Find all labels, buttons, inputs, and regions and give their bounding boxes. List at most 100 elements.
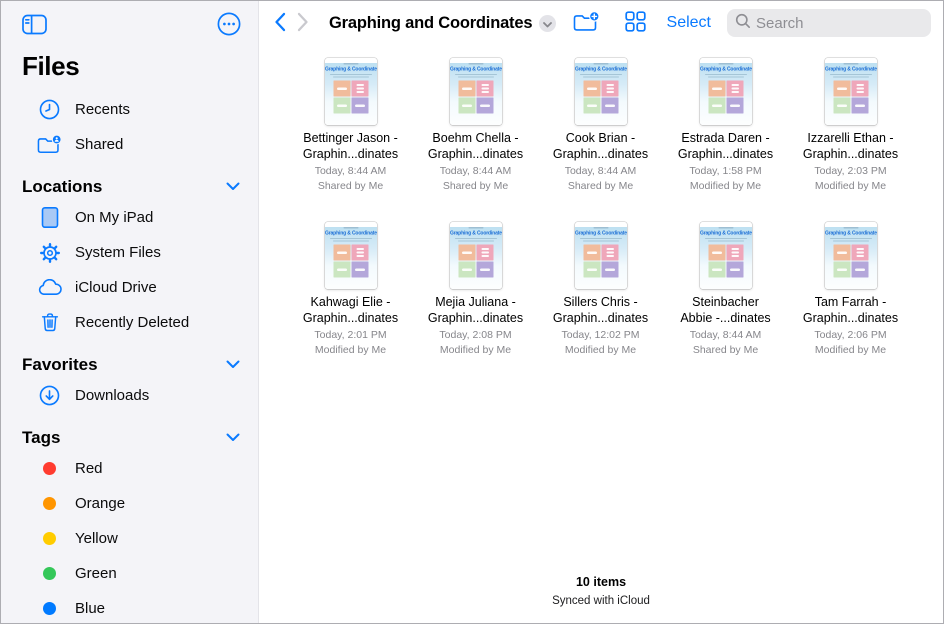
sidebar-item-label: Yellow xyxy=(75,530,118,547)
search-field[interactable] xyxy=(727,9,931,37)
file-item-cook-brian[interactable]: Graphing & Coordinates Cook Brian -Graph… xyxy=(538,58,663,192)
file-name: Kahwagi Elie -Graphin...dinates xyxy=(303,294,398,326)
sidebar-item-icloud-drive[interactable]: iCloud Drive xyxy=(1,270,258,305)
sidebar-item-downloads[interactable]: Downloads xyxy=(1,378,258,413)
file-status: Modified by Me xyxy=(815,180,886,192)
file-status: Modified by Me xyxy=(690,180,761,192)
file-name: Bettinger Jason -Graphin...dinates xyxy=(303,130,398,162)
sidebar-toggle-button[interactable] xyxy=(22,14,47,38)
file-thumbnail: Graphing & Coordinates xyxy=(825,58,877,125)
title-dropdown-button[interactable] xyxy=(539,15,556,32)
grid-view-icon xyxy=(625,11,646,35)
sync-status: Synced with iCloud xyxy=(259,595,943,607)
sidebar-item-label: Recently Deleted xyxy=(75,314,189,331)
section-label: Locations xyxy=(22,177,102,197)
sidebar-section-favorites[interactable]: Favorites xyxy=(22,355,240,375)
sidebar-item-on-my-ipad[interactable]: On My iPad xyxy=(1,200,258,235)
sidebar-item-recently-deleted[interactable]: Recently Deleted xyxy=(1,305,258,340)
file-date: Today, 8:44 AM xyxy=(315,165,387,177)
file-item-boehm-chella[interactable]: Graphing & Coordinates Boehm Chella -Gra… xyxy=(413,58,538,192)
file-date: Today, 2:06 PM xyxy=(814,329,886,341)
sidebar-item-label: Red xyxy=(75,460,103,477)
sidebar-item-shared[interactable]: Shared xyxy=(1,127,258,162)
sidebar-section-locations[interactable]: Locations xyxy=(22,177,240,197)
file-name: Boehm Chella -Graphin...dinates xyxy=(428,130,523,162)
file-item-estrada-daren[interactable]: Graphing & Coordinates Estrada Daren -Gr… xyxy=(663,58,788,192)
chevron-down-icon[interactable] xyxy=(226,178,240,196)
file-thumbnail: Graphing & Coordinates xyxy=(325,222,377,289)
sidebar-item-label: Shared xyxy=(75,136,123,153)
file-name: Mejia Juliana -Graphin...dinates xyxy=(428,294,523,326)
ellipsis-circle-icon xyxy=(217,12,241,39)
file-status: Shared by Me xyxy=(693,344,758,356)
section-label: Tags xyxy=(22,428,60,448)
file-thumbnail: Graphing & Coordinates xyxy=(700,222,752,289)
file-item-mejia-juliana[interactable]: Graphing & Coordinates Mejia Juliana -Gr… xyxy=(413,222,538,356)
file-thumbnail: Graphing & Coordinates xyxy=(825,222,877,289)
file-date: Today, 2:03 PM xyxy=(814,165,886,177)
file-thumbnail: Graphing & Coordinates xyxy=(700,58,752,125)
file-item-tam-farrah[interactable]: Graphing & Coordinates Tam Farrah -Graph… xyxy=(788,222,913,356)
files-app-window: Files Recents Shared Loc xyxy=(0,0,944,624)
sidebar-item-tag-yellow[interactable]: Yellow xyxy=(1,521,258,556)
folder-title[interactable]: Graphing and Coordinates xyxy=(329,14,532,33)
file-item-kahwagi-elie[interactable]: Graphing & Coordinates Kahwagi Elie -Gra… xyxy=(288,222,413,356)
sidebar-item-tag-orange[interactable]: Orange xyxy=(1,486,258,521)
file-status: Shared by Me xyxy=(443,180,508,192)
sidebar-toggle-icon xyxy=(22,14,47,38)
sidebar-item-label: On My iPad xyxy=(75,209,153,226)
new-folder-button[interactable] xyxy=(573,11,600,36)
back-button[interactable] xyxy=(274,12,286,35)
sidebar-item-label: Orange xyxy=(75,495,125,512)
sidebar-section-tags[interactable]: Tags xyxy=(22,428,240,448)
sidebar-item-system-files[interactable]: System Files xyxy=(1,235,258,270)
new-folder-icon xyxy=(573,11,600,36)
sidebar-more-button[interactable] xyxy=(217,12,241,39)
toolbar: Graphing and Coordinates xyxy=(259,1,943,45)
file-date: Today, 8:44 AM xyxy=(565,165,637,177)
file-item-izzarelli-ethan[interactable]: Graphing & Coordinates Izzarelli Ethan -… xyxy=(788,58,913,192)
file-name: Sillers Chris -Graphin...dinates xyxy=(553,294,648,326)
file-status: Modified by Me xyxy=(815,344,886,356)
file-status: Modified by Me xyxy=(315,344,386,356)
forward-chevron-icon xyxy=(297,12,309,35)
chevron-down-icon[interactable] xyxy=(226,356,240,374)
file-thumbnail: Graphing & Coordinates xyxy=(575,222,627,289)
file-name: Estrada Daren -Graphin...dinates xyxy=(678,130,773,162)
shared-folder-icon xyxy=(37,132,62,157)
back-chevron-icon xyxy=(274,12,286,35)
file-status: Shared by Me xyxy=(568,180,633,192)
tag-blue-icon xyxy=(37,596,62,621)
sidebar-item-label: Blue xyxy=(75,600,105,617)
tag-green-icon xyxy=(37,561,62,586)
file-item-steinbacher-abbie[interactable]: Graphing & Coordinates SteinbacherAbbie … xyxy=(663,222,788,356)
file-name: Izzarelli Ethan -Graphin...dinates xyxy=(803,130,898,162)
search-icon xyxy=(735,13,751,34)
app-title: Files xyxy=(22,51,258,82)
forward-button[interactable] xyxy=(297,12,309,35)
select-button[interactable]: Select xyxy=(667,14,711,32)
chevron-down-icon xyxy=(543,16,552,31)
chevron-down-icon[interactable] xyxy=(226,429,240,447)
cloud-icon xyxy=(37,275,62,300)
file-item-bettinger-jason[interactable]: Graphing & Coordinates Bettinger Jason -… xyxy=(288,58,413,192)
view-options-button[interactable] xyxy=(625,11,646,35)
sidebar-item-recents[interactable]: Recents xyxy=(1,92,258,127)
item-count: 10 items xyxy=(259,575,943,589)
ipad-icon xyxy=(37,205,62,230)
sidebar-item-tag-green[interactable]: Green xyxy=(1,556,258,591)
file-name: Cook Brian -Graphin...dinates xyxy=(553,130,648,162)
clock-icon xyxy=(37,97,62,122)
sidebar-item-tag-red[interactable]: Red xyxy=(1,451,258,486)
sidebar-item-tag-blue[interactable]: Blue xyxy=(1,591,258,623)
search-input[interactable] xyxy=(756,15,943,32)
file-date: Today, 8:44 AM xyxy=(440,165,512,177)
tag-red-icon xyxy=(37,456,62,481)
file-item-sillers-chris[interactable]: Graphing & Coordinates Sillers Chris -Gr… xyxy=(538,222,663,356)
sidebar-header xyxy=(1,1,258,39)
tag-orange-icon xyxy=(37,491,62,516)
gear-icon xyxy=(37,240,62,265)
section-label: Favorites xyxy=(22,355,98,375)
sidebar-item-label: iCloud Drive xyxy=(75,279,157,296)
file-name: Tam Farrah -Graphin...dinates xyxy=(803,294,898,326)
